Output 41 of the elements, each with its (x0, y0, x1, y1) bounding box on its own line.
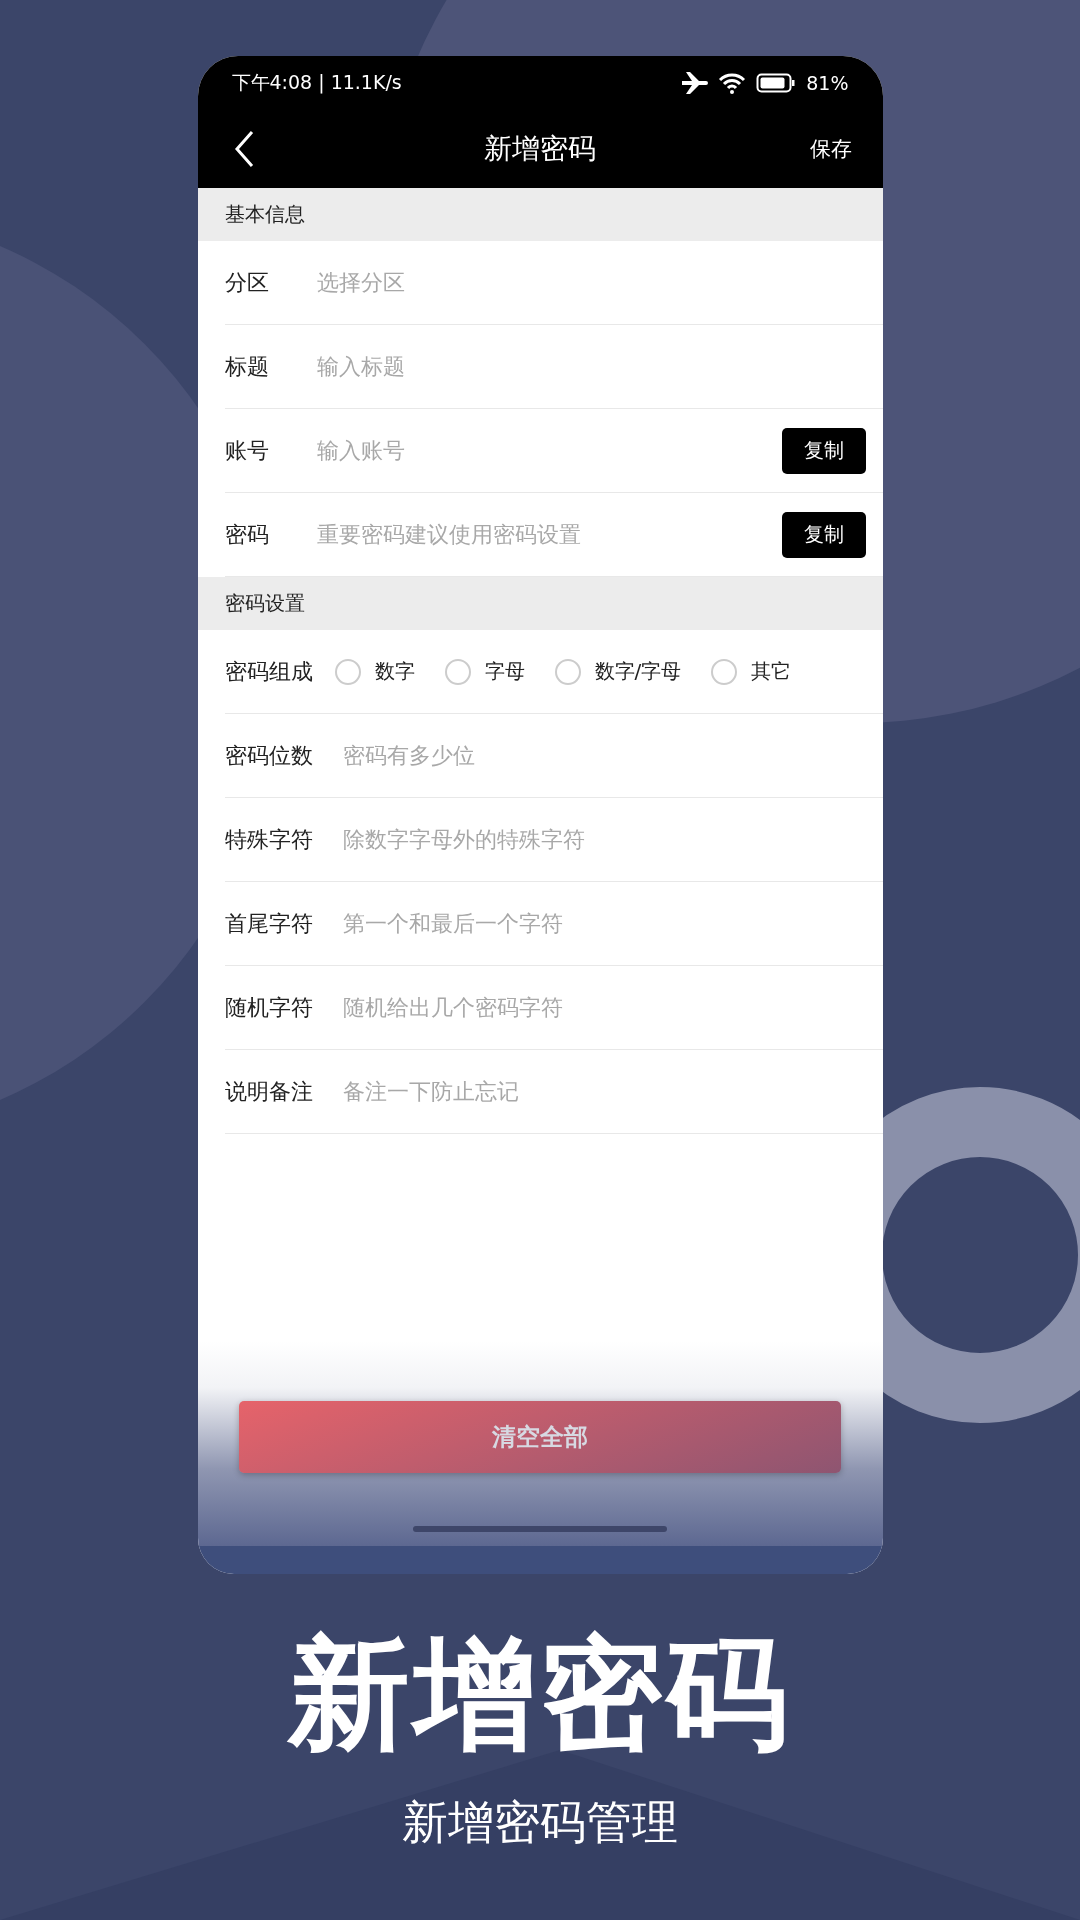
radio-button[interactable] (334, 658, 361, 685)
promo-subtitle: 新增密码管理 (402, 1794, 678, 1851)
input-field[interactable]: 除数字字母外的特殊字符 (342, 827, 866, 852)
radio-label[interactable]: 数字 (374, 658, 415, 685)
radio-label[interactable]: 其它 (751, 658, 792, 685)
field-label: 说明备注 (224, 1077, 313, 1106)
field-label: 标题 (224, 352, 270, 381)
input-field[interactable]: 第一个和最后一个字符 (342, 911, 866, 936)
input-field[interactable]: 输入账号 (316, 438, 782, 463)
page-title: 新增密码 (484, 132, 596, 165)
radio-button[interactable] (444, 658, 471, 685)
input-field[interactable]: 选择分区 (316, 270, 866, 295)
field-label: 密码 (224, 520, 270, 549)
copy-button[interactable]: 复制 (781, 511, 866, 558)
input-field[interactable]: 输入标题 (316, 354, 866, 379)
battery-level: 81% (806, 72, 849, 94)
back-button[interactable] (233, 130, 254, 168)
field-label: 随机字符 (224, 993, 313, 1022)
save-button[interactable]: 保存 (809, 135, 852, 163)
input-field[interactable]: 随机给出几个密码字符 (342, 995, 866, 1020)
radio-label[interactable]: 字母 (484, 658, 525, 685)
input-field[interactable]: 重要密码建议使用密码设置 (316, 522, 782, 547)
section-header: 基本信息 (224, 201, 305, 228)
battery-icon (756, 72, 797, 94)
field-label: 分区 (224, 268, 270, 297)
field-label: 账号 (224, 436, 270, 465)
field-label: 首尾字符 (224, 909, 313, 938)
status-time: 下午4:08 | 11.1K/s (231, 70, 402, 96)
section-header: 密码设置 (224, 590, 305, 617)
input-field[interactable]: 备注一下防止忘记 (342, 1079, 866, 1104)
wifi-icon (718, 71, 747, 95)
promo-title: 新增密码 (288, 1622, 792, 1767)
field-label: 特殊字符 (224, 825, 313, 854)
field-label: 密码位数 (224, 741, 313, 770)
copy-button[interactable]: 复制 (781, 427, 866, 474)
input-field[interactable]: 密码有多少位 (342, 743, 866, 768)
radio-button[interactable] (711, 658, 738, 685)
airplane-icon (680, 71, 709, 95)
field-label: 密码组成 (224, 657, 313, 686)
radio-button[interactable] (554, 658, 581, 685)
radio-label[interactable]: 数字/字母 (594, 658, 682, 685)
